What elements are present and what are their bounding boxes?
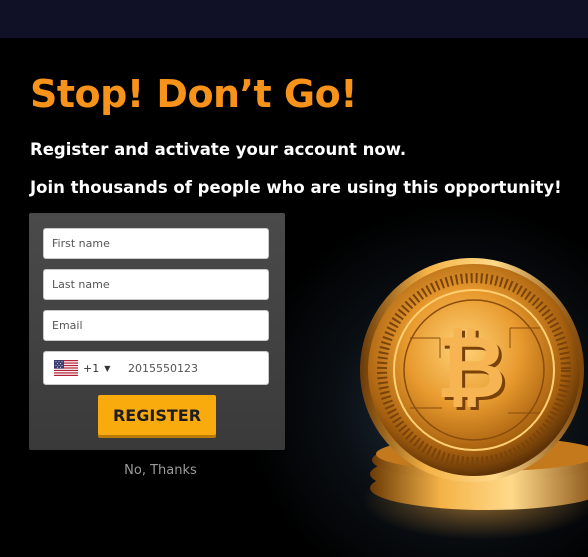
last-name-input[interactable]: [43, 269, 269, 300]
subheading-register: Register and activate your account now.: [30, 140, 407, 159]
email-input[interactable]: [43, 310, 269, 341]
no-thanks-link[interactable]: No, Thanks: [29, 463, 292, 478]
phone-field: +1 ▼: [43, 351, 269, 385]
register-button[interactable]: REGISTER: [98, 395, 216, 435]
chevron-down-icon: ▼: [104, 363, 111, 373]
us-flag-icon: [54, 360, 78, 376]
top-bar: [0, 0, 588, 38]
registration-form: +1 ▼ REGISTER: [29, 213, 285, 450]
svg-text:₿: ₿: [436, 318, 506, 418]
subheading-join: Join thousands of people who are using t…: [30, 178, 562, 197]
exit-popup: ₿ ₿ Stop! Don’t Go! Register and activat…: [0, 38, 588, 557]
bitcoin-coin-icon: ₿ ₿: [350, 238, 588, 557]
dial-code: +1: [83, 361, 100, 375]
page-title: Stop! Don’t Go!: [30, 72, 358, 116]
first-name-input[interactable]: [43, 228, 269, 259]
country-code-select[interactable]: +1 ▼: [44, 352, 116, 384]
phone-input[interactable]: [128, 352, 264, 384]
